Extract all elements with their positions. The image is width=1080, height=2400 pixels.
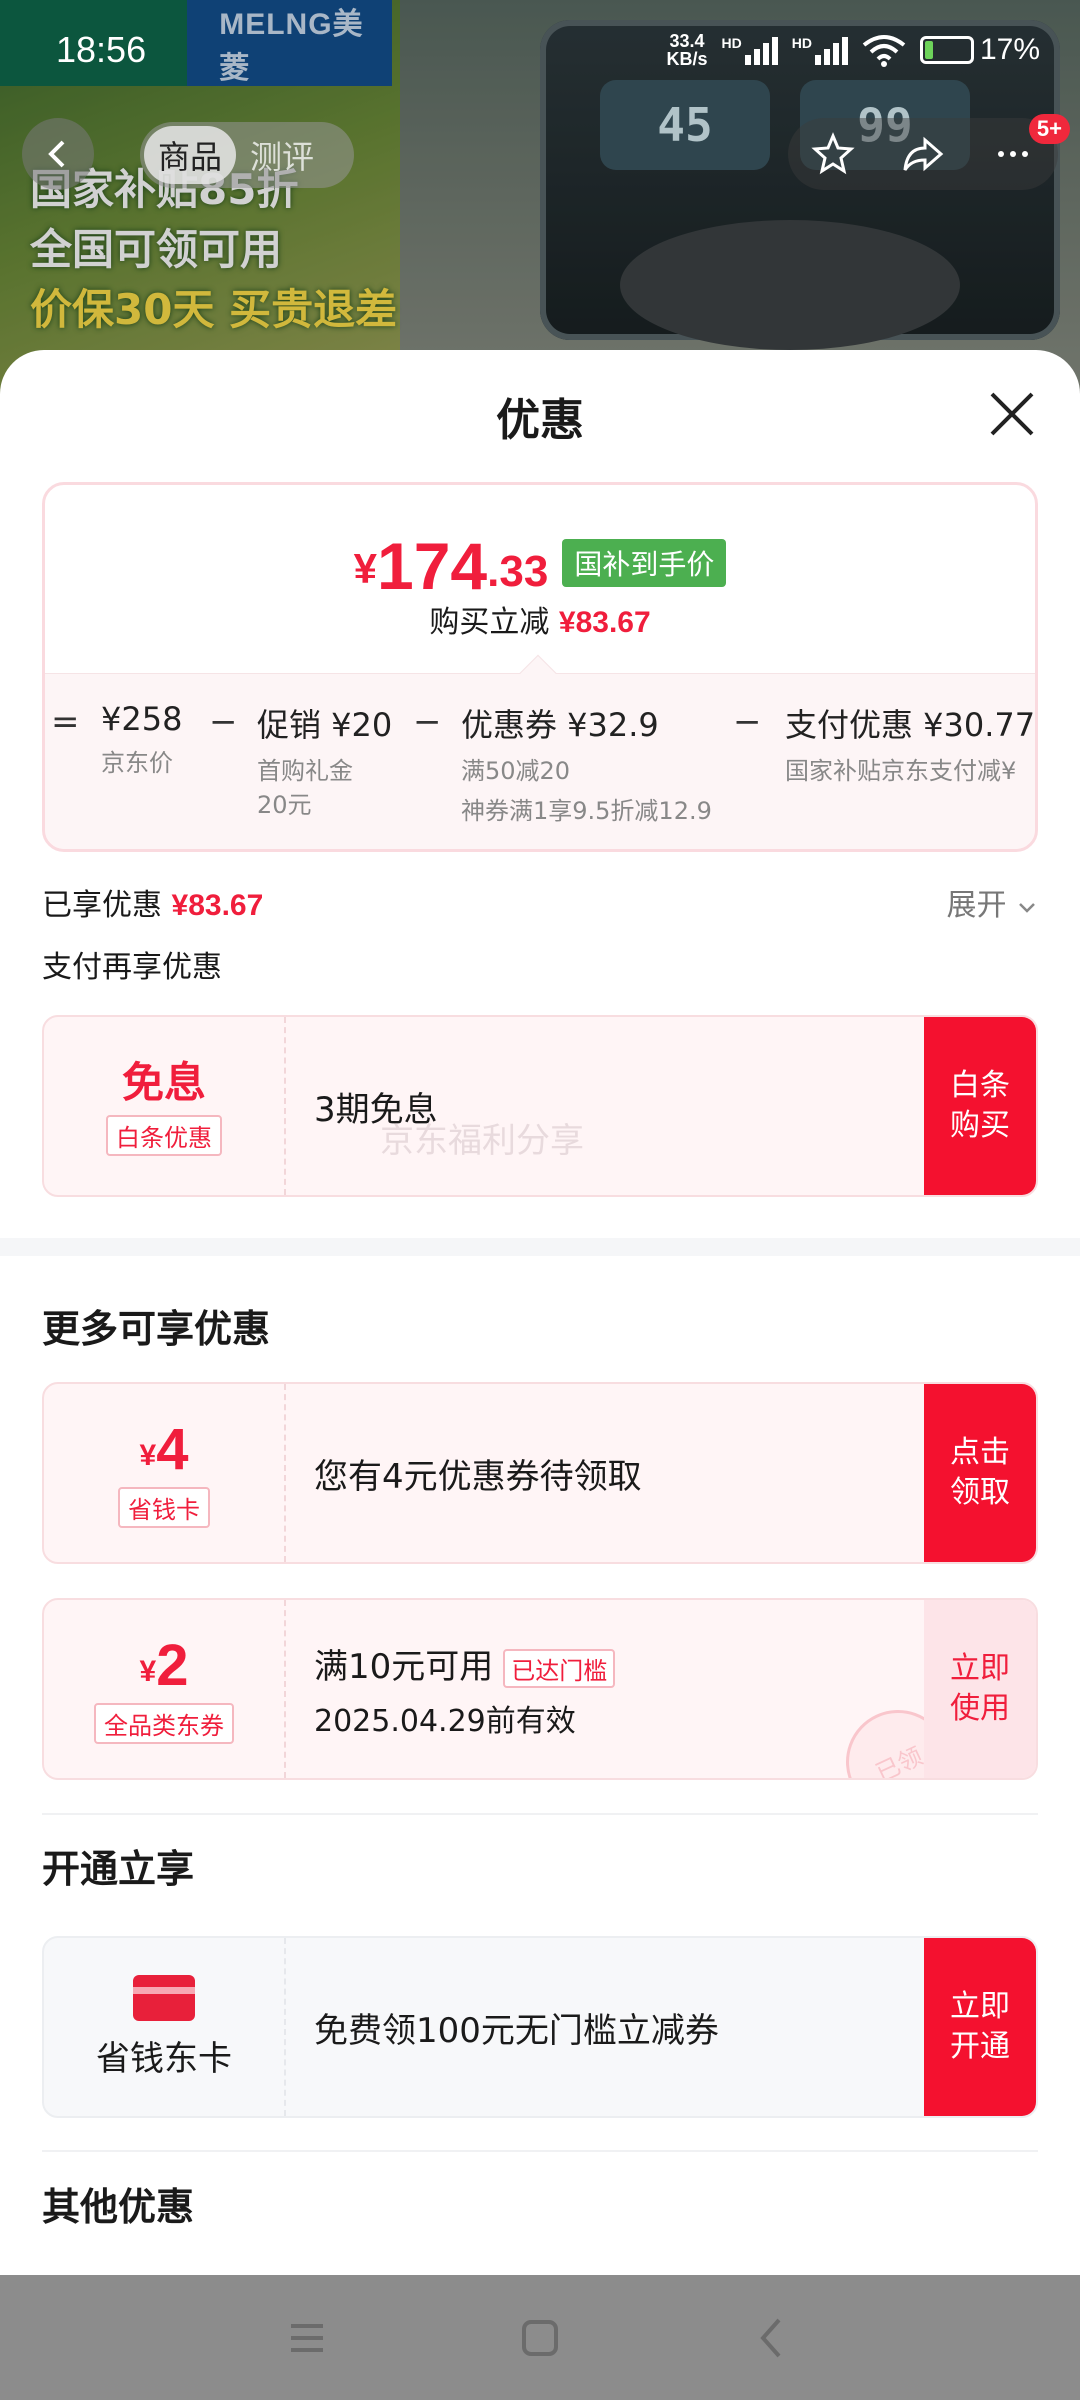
back-button[interactable] [22,118,94,190]
notification-badge: 5+ [1028,114,1070,144]
back-icon[interactable] [749,2314,797,2362]
sheet-title: 优惠 [496,395,584,446]
use-coupon-button[interactable]: 立即使用 [924,1600,1036,1778]
offer-tag: 白条优惠 [106,1114,222,1156]
product-header: 商品 测评 5+ [0,114,1080,198]
divider [42,1813,1038,1815]
signal-icon: HD [792,35,848,65]
baitiao-buy-button[interactable]: 白条购买 [924,1017,1036,1195]
system-nav-bar [0,2275,1080,2400]
more-offers-title: 更多可享优惠 [42,1307,271,1351]
all-category-coupon: ¥ 2 全品类东券 满10元可用 已达门槛 2025.04.29前有效 已领 立即… [42,1598,1038,1780]
expand-button[interactable]: 展开 [946,880,1038,924]
wifi-icon [862,35,906,67]
final-price: ¥ 174 .33 [353,529,549,603]
home-icon[interactable] [516,2314,564,2362]
star-icon[interactable] [811,132,855,176]
saver-card-offer: ¥ 4 省钱卡 您有4元优惠券待领取 点击领取 [42,1382,1038,1564]
network-speed: 33.4 KB/s [666,31,708,69]
watermark: 京东福利分享 [380,1121,584,1161]
offer-text: 3期免息 [314,1089,438,1130]
open-card-button[interactable]: 立即开通 [924,1938,1036,2116]
tab-review[interactable]: 测评 [236,126,328,184]
share-icon[interactable] [901,132,945,176]
coupon-threshold: 满10元可用 [314,1646,494,1687]
price-summary-card: ¥ 174 .33 国补到手价 购买立减 ¥83.67 = ¥258 京东价 −… [42,482,1038,852]
baitiao-offer: 免息 白条优惠 3期免息 白条购买 [42,1015,1038,1197]
pay-again-label: 支付再享优惠 [42,950,222,985]
coupon-amount: ¥ 2 [139,1632,189,1698]
offer-text: 您有4元优惠券待领取 [314,1456,642,1497]
section-divider [0,1238,1080,1256]
offer-text: 免费领100元无门槛立减券 [314,2010,719,2051]
offer-text: 满10元可用 已达门槛 2025.04.29前有效 [314,1600,616,1778]
enjoyed-discount: 已享优惠 ¥83.67 [42,888,264,923]
menu-icon[interactable] [283,2314,331,2362]
other-offers-title: 其他优惠 [42,2185,195,2229]
breakdown-item-coupon: 优惠券 ¥32.9 满50减20 神券满1享9.5折减12.9 [461,706,712,825]
claim-coupon-button[interactable]: 点击领取 [924,1384,1036,1562]
offer-tag: 全品类东券 [94,1702,234,1744]
jd-saver-card-offer: 省钱东卡 免费领100元无门槛立减券 立即开通 [42,1936,1038,2118]
breakdown-item-payment: 支付优惠 ¥30.77 国家补贴京东支付减¥ [785,706,1035,785]
price-breakdown: = ¥258 京东价 − 促销 ¥20 首购礼金 20元 − 优惠券 ¥32.9… [45,654,1035,849]
instant-discount: 购买立减 ¥83.67 [429,605,651,640]
open-enjoy-title: 开通立享 [42,1847,195,1891]
breakdown-operator: − [209,702,238,742]
status-bar: 18:56 33.4 KB/s HD HD 17% [0,0,1080,100]
chevron-down-icon [1019,902,1035,913]
breakdown-item-jd-price: ¥258 京东价 [101,700,183,777]
battery-percent: 17% [979,33,1040,66]
threshold-reached-tag: 已达门槛 [503,1648,616,1688]
discount-sheet: 优惠 ¥ 174 .33 国补到手价 购买立减 ¥83.67 = ¥258 京东… [0,350,1080,2275]
clock: 18:56 [56,29,147,70]
card-icon [133,1974,195,2021]
breakdown-operator: − [733,702,762,742]
coupon-expiry: 2025.04.29前有效 [314,1703,576,1739]
breakdown-operator: − [413,702,442,742]
coupon-amount: ¥ 4 [139,1416,189,1482]
close-icon[interactable] [984,386,1040,442]
divider [42,2150,1038,2152]
offer-tag: 省钱卡 [118,1486,210,1528]
tab-product[interactable]: 商品 [144,126,237,184]
more-icon[interactable] [991,132,1035,176]
subsidy-price-tag: 国补到手价 [562,539,727,587]
breakdown-operator: = [51,702,80,742]
breakdown-item-promotion: 促销 ¥20 首购礼金 20元 [257,706,393,819]
product-tabs: 商品 测评 [140,122,354,188]
card-name: 省钱东卡 [96,2038,232,2079]
battery-icon: 17% [919,33,1040,67]
header-actions [788,118,1058,190]
interest-free-label: 免息 [121,1057,206,1107]
chevron-left-icon [48,140,65,168]
signal-icon: HD [721,35,778,65]
